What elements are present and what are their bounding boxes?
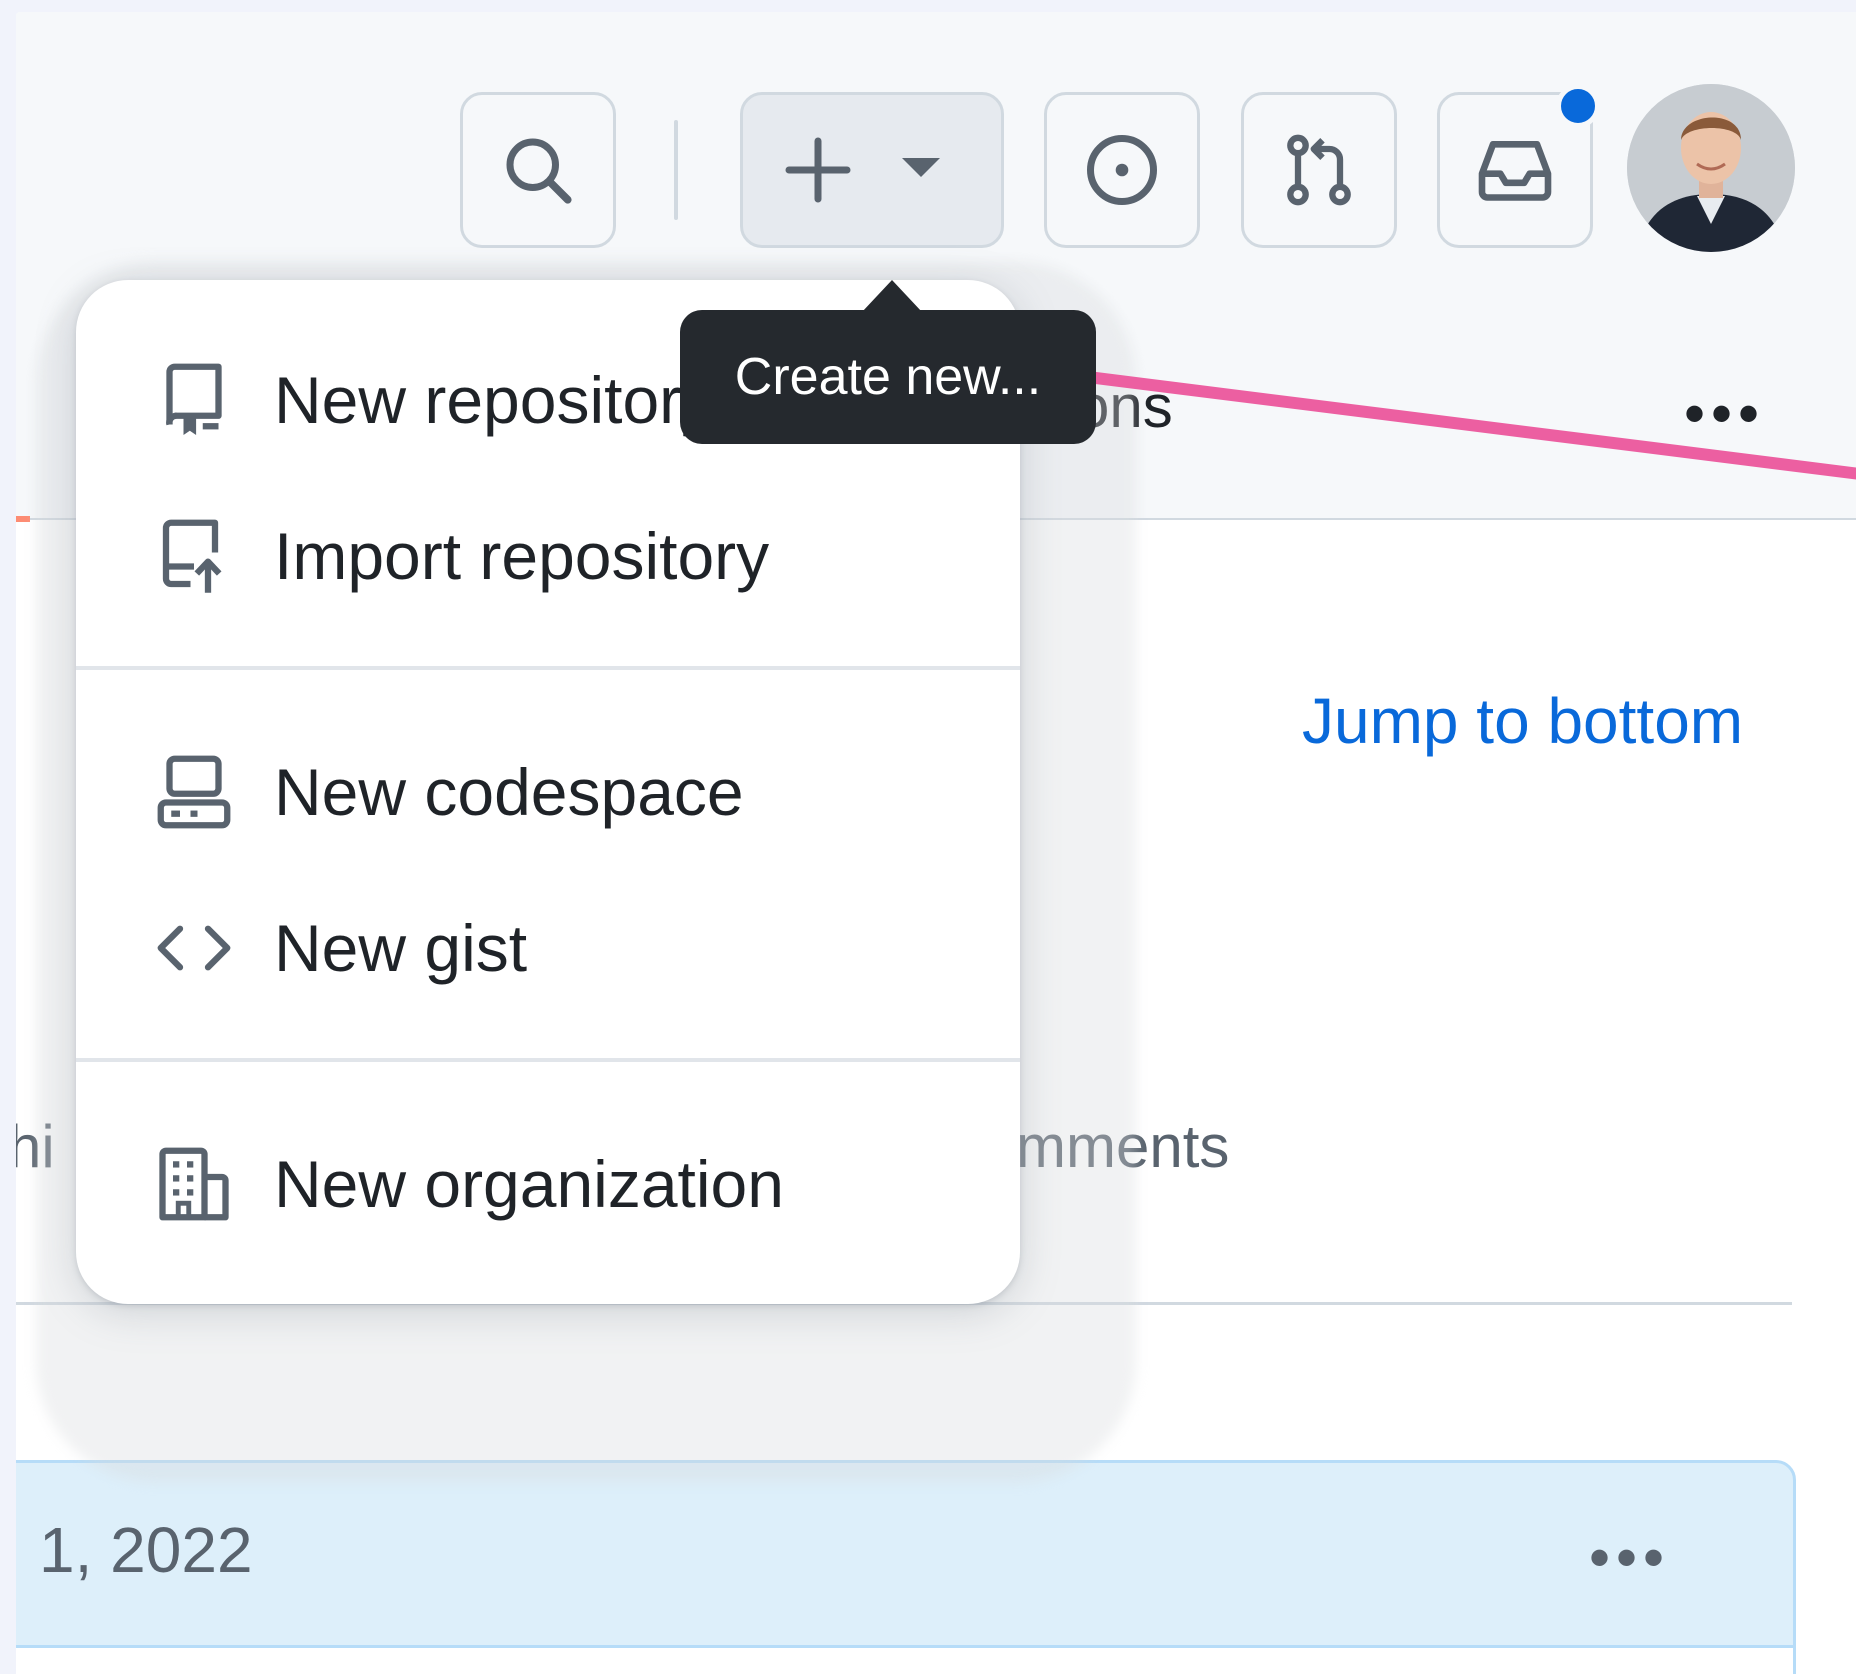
github-page: ctions ••• Jump to bottom hi mments 1, 2…	[16, 12, 1856, 1674]
code-icon	[152, 906, 236, 990]
menu-item-new-codespace[interactable]: New codespace	[76, 732, 1020, 852]
menu-item-label: New organization	[274, 1147, 784, 1221]
menu-item-label: New codespace	[274, 755, 744, 829]
date-label: 1, 2022	[39, 1514, 253, 1586]
date-more-button[interactable]: •••	[1589, 1523, 1670, 1592]
menu-divider	[76, 666, 1020, 670]
menu-item-label: New gist	[274, 911, 528, 985]
create-new-tooltip: Create new...	[680, 310, 1096, 444]
card-body	[16, 1648, 1793, 1674]
jump-to-bottom-link[interactable]: Jump to bottom	[1302, 684, 1743, 758]
codespaces-icon	[152, 750, 236, 834]
tooltip-arrow	[862, 280, 922, 312]
menu-divider	[76, 1058, 1020, 1062]
organization-icon	[152, 1142, 236, 1226]
timeline-date-card: 1, 2022 •••	[16, 1460, 1796, 1674]
menu-item-new-gist[interactable]: New gist	[76, 888, 1020, 1008]
menu-item-new-organization[interactable]: New organization	[76, 1124, 1020, 1244]
